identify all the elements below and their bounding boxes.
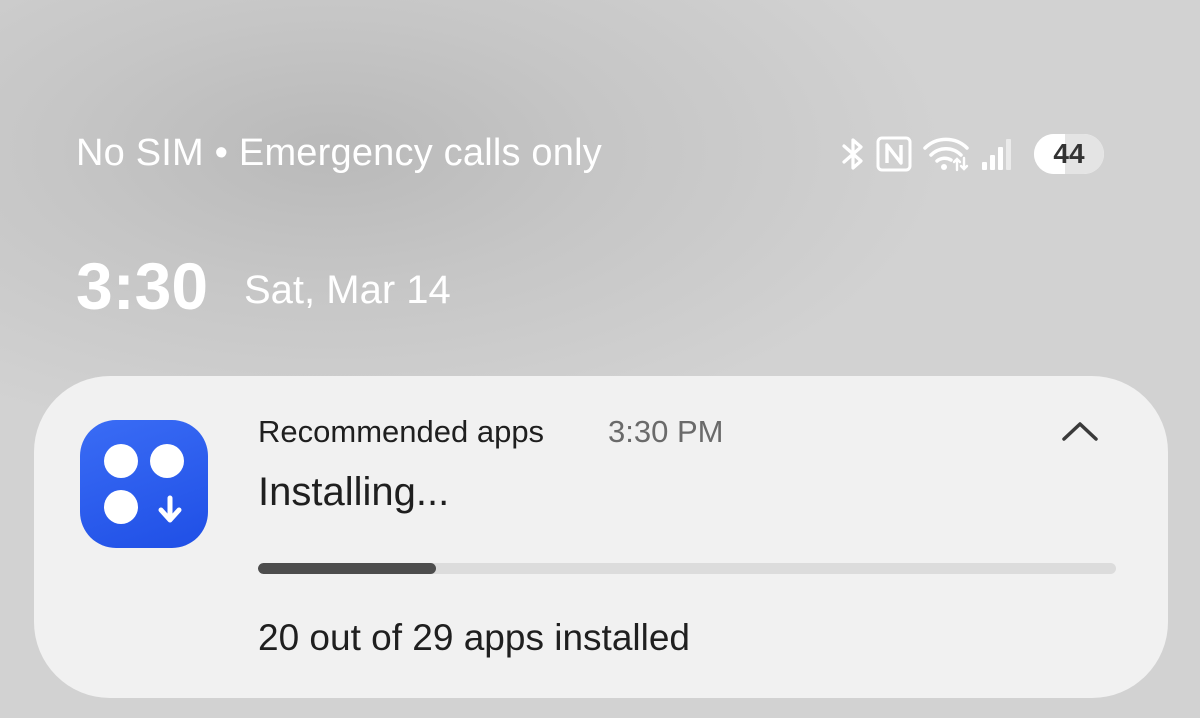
- status-icons: 44: [840, 130, 1104, 178]
- signal-icon: [980, 136, 1016, 172]
- install-progress-bar: [258, 563, 1116, 574]
- notification-app-name: Recommended apps: [258, 414, 545, 449]
- clock-time: 3:30: [76, 249, 209, 323]
- icon-dot: [150, 444, 184, 478]
- icon-dot: [104, 490, 138, 524]
- notification-timestamp: 3:30 PM: [608, 414, 724, 449]
- download-arrow-icon: [158, 495, 182, 523]
- carrier-status: No SIM • Emergency calls only: [76, 132, 602, 174]
- clock-date: Sat, Mar 14: [244, 268, 451, 312]
- collapse-button[interactable]: [1050, 406, 1110, 456]
- notification-body: 20 out of 29 apps installed: [258, 617, 690, 658]
- wifi-icon: [922, 136, 970, 172]
- icon-dot: [104, 444, 138, 478]
- chevron-up-icon: [1062, 422, 1098, 441]
- battery-level: 44: [1053, 138, 1085, 169]
- notification-title: Installing...: [258, 470, 450, 514]
- battery-indicator: 44: [1034, 134, 1104, 174]
- recommended-apps-icon: [80, 420, 208, 548]
- nfc-icon: [876, 136, 912, 172]
- bluetooth-icon: [840, 137, 866, 171]
- install-progress-fill: [258, 563, 436, 574]
